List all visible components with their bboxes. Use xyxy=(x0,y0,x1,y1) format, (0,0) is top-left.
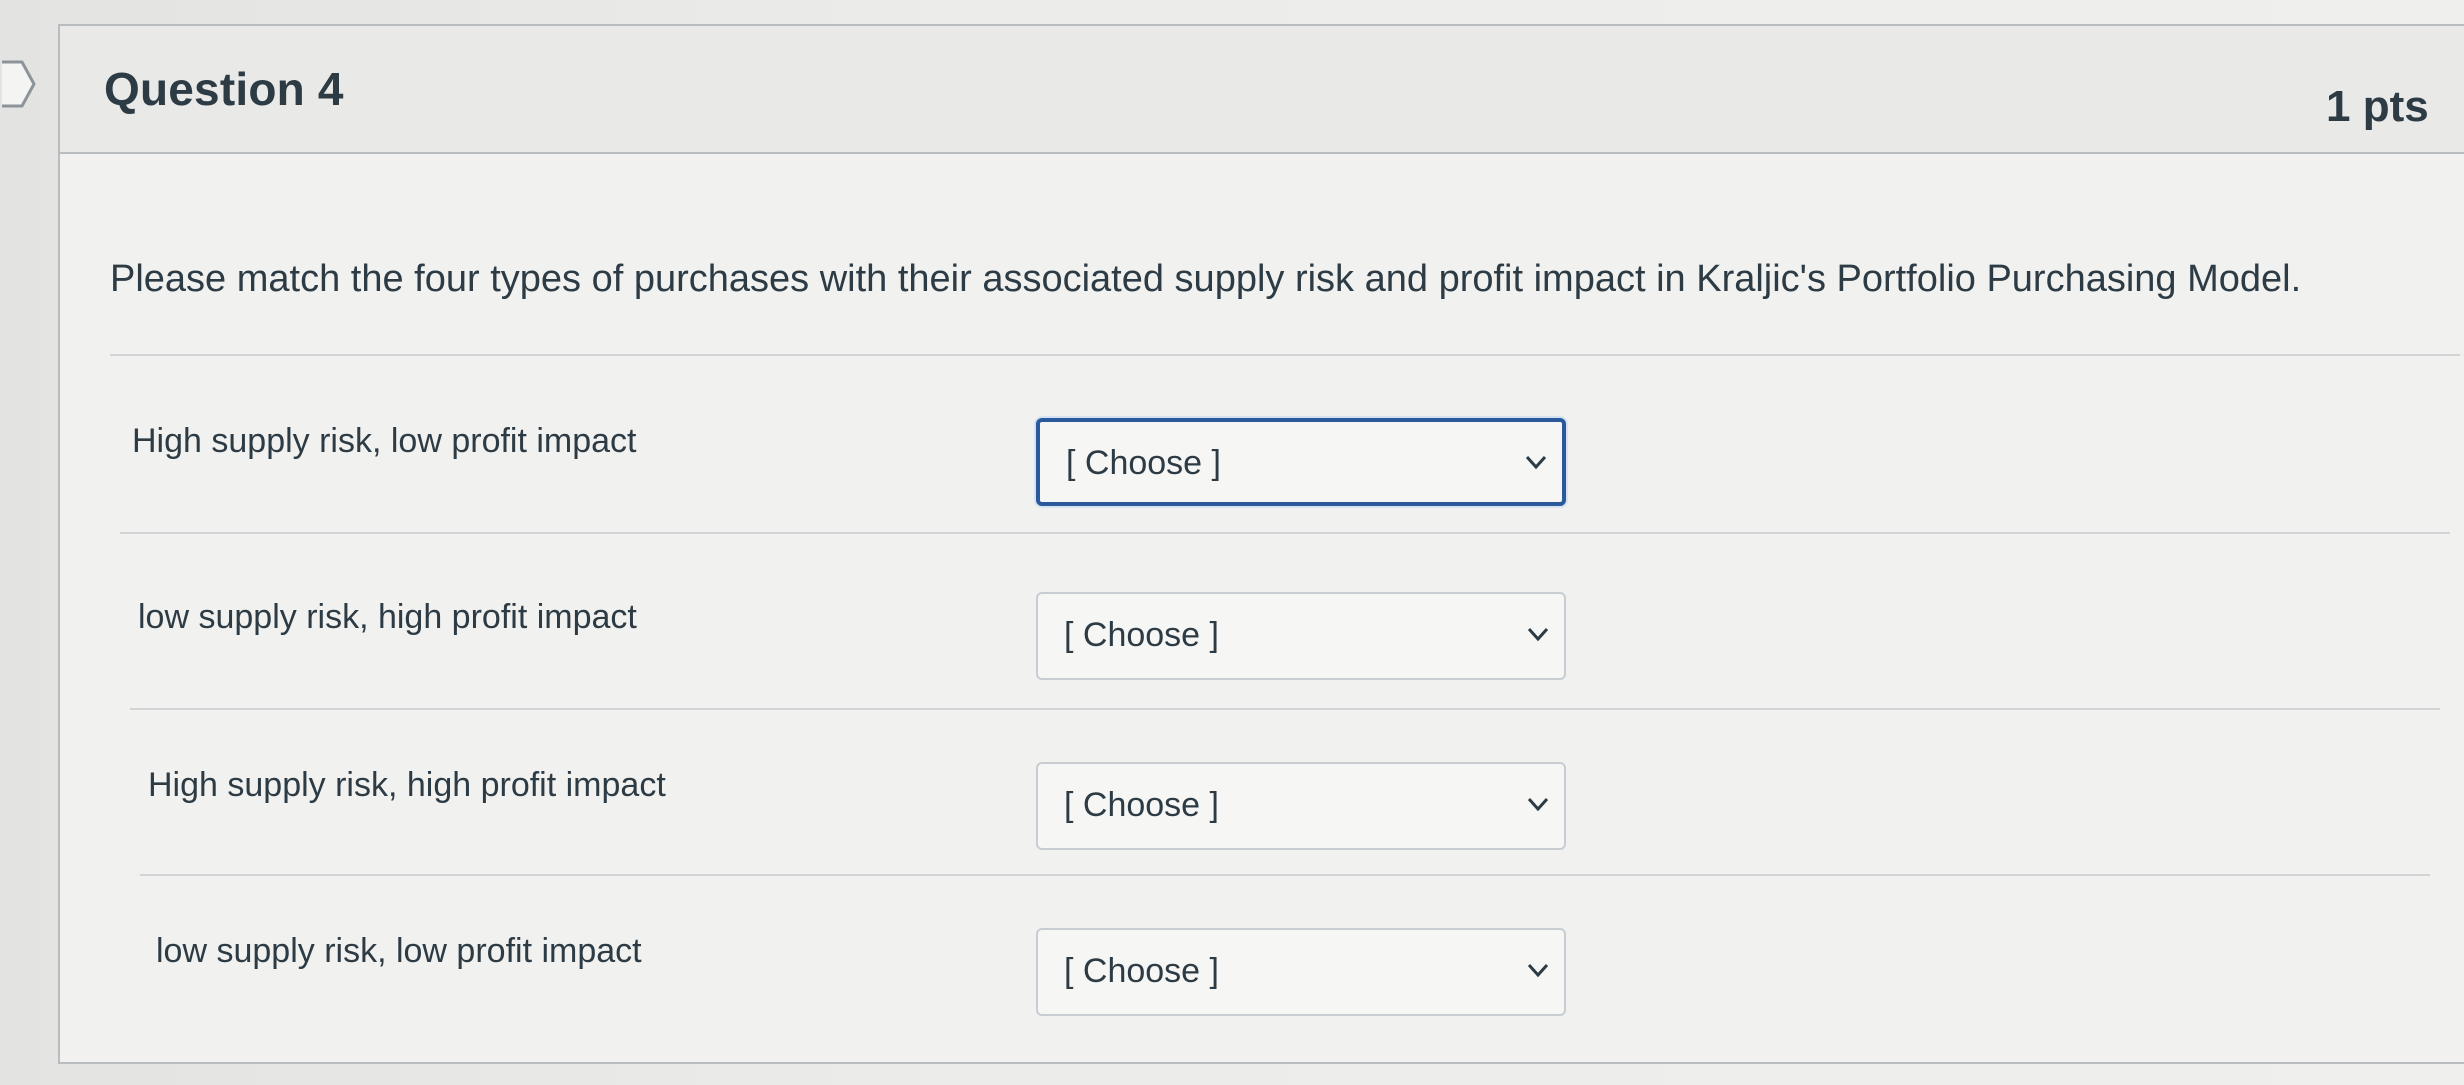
divider xyxy=(110,354,2460,356)
match-row: low supply risk, high profit impact [ Ch… xyxy=(60,586,2464,686)
chevron-down-icon xyxy=(1527,963,1549,978)
match-row: High supply risk, low profit impact [ Ch… xyxy=(60,410,2464,510)
select-value: [ Choose ] xyxy=(1064,952,1219,990)
divider xyxy=(120,532,2450,534)
chevron-down-icon xyxy=(1527,627,1549,642)
match-label: low supply risk, high profit impact xyxy=(138,598,637,636)
quiz-page: Question 4 1 pts Please match the four t… xyxy=(0,0,2464,1085)
select-value: [ Choose ] xyxy=(1064,616,1219,654)
question-header: Question 4 1 pts xyxy=(60,26,2464,154)
chevron-right-icon[interactable] xyxy=(0,58,40,110)
divider xyxy=(130,708,2440,710)
match-row: low supply risk, low profit impact [ Cho… xyxy=(60,920,2464,1020)
select-value: [ Choose ] xyxy=(1064,786,1219,824)
match-label: low supply risk, low profit impact xyxy=(156,932,642,970)
divider xyxy=(140,874,2430,876)
select-value: [ Choose ] xyxy=(1066,444,1221,482)
question-prompt: Please match the four types of purchases… xyxy=(110,258,2302,300)
match-label: High supply risk, low profit impact xyxy=(132,422,637,460)
chevron-down-icon xyxy=(1527,797,1549,812)
chevron-down-icon xyxy=(1525,455,1547,470)
match-label: High supply risk, high profit impact xyxy=(148,766,666,804)
question-card: Question 4 1 pts Please match the four t… xyxy=(58,24,2464,1064)
answer-select[interactable]: [ Choose ] xyxy=(1036,592,1566,680)
answer-select[interactable]: [ Choose ] xyxy=(1036,418,1566,506)
question-body: Please match the four types of purchases… xyxy=(60,154,2464,1066)
question-points: 1 pts xyxy=(2326,82,2429,131)
answer-select[interactable]: [ Choose ] xyxy=(1036,762,1566,850)
match-row: High supply risk, high profit impact [ C… xyxy=(60,754,2464,854)
question-title: Question 4 xyxy=(104,63,344,115)
answer-select[interactable]: [ Choose ] xyxy=(1036,928,1566,1016)
